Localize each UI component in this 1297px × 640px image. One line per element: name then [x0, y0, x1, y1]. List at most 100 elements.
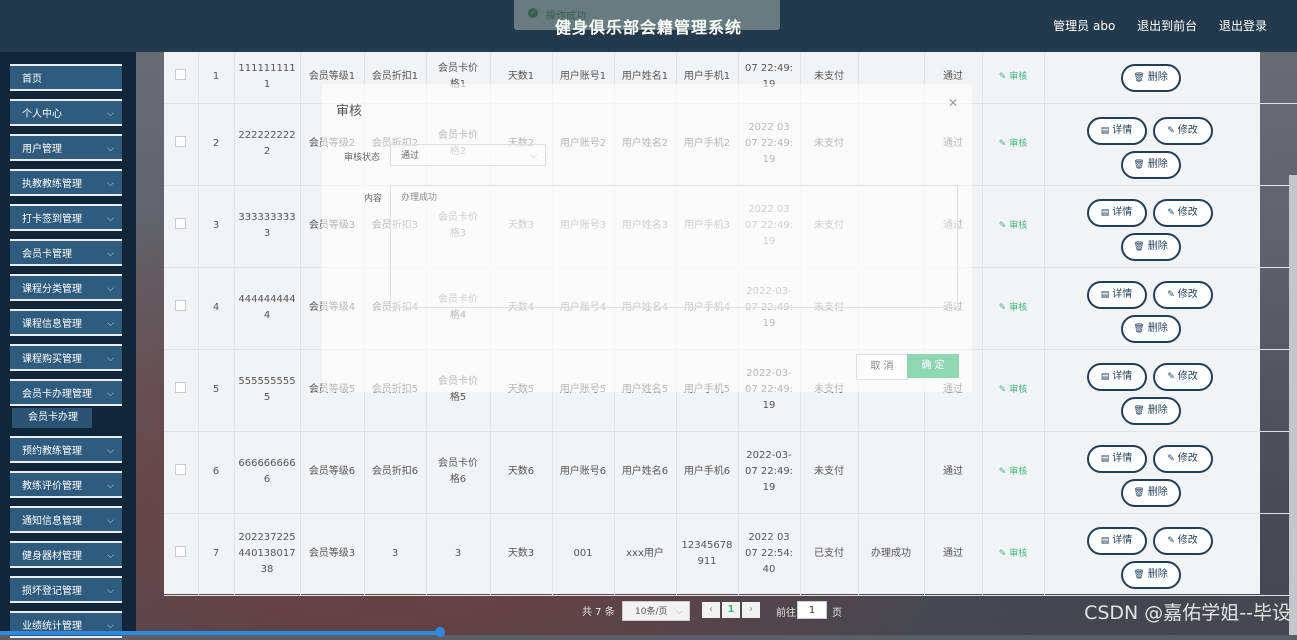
back-to-front-link[interactable]: 退出到前台 [1137, 19, 1197, 33]
dialog-title: 审核 [336, 100, 362, 119]
sidebar-item-equipment[interactable]: 健身器材管理 ⌵ [10, 541, 122, 568]
trash-icon: 🗑 [1133, 570, 1144, 580]
actions-group: 🗑删除 [1047, 52, 1297, 102]
edit-pen-icon: ✎ [999, 72, 1009, 82]
row-checkbox[interactable] [175, 218, 186, 229]
sidebar-item-notices[interactable]: 通知信息管理⌵ [10, 506, 122, 533]
table-cell-pay: 已支付 [800, 513, 858, 595]
sidebar-item-coach-booking[interactable]: 预约教练管理⌵ [10, 436, 122, 463]
watermark-text: CSDN @嘉佑学姐--毕设 [1084, 598, 1291, 625]
sidebar-item-users[interactable]: 用户管理⌵ [10, 134, 122, 161]
sidebar-item-member-card[interactable]: 会员卡管理⌵ [10, 239, 122, 266]
cancel-button[interactable]: 取 消 [856, 354, 908, 380]
page-unit-label: 页 [832, 604, 842, 619]
actions-cell: ▤详情✎修改 🗑删除 [1044, 513, 1297, 595]
row-checkbox[interactable] [175, 464, 186, 475]
chevron-down-icon: ⌵ [107, 543, 114, 570]
vertical-scrollbar[interactable] [1289, 175, 1297, 635]
row-checkbox[interactable] [175, 300, 186, 311]
sidebar-item-damage[interactable]: 损坏登记管理⌵ [10, 576, 122, 603]
sidebar-item-coaches[interactable]: 执教教练管理⌵ [10, 169, 122, 196]
delete-button-label: 删除 [1148, 487, 1168, 498]
table-cell-time: 2022-03- 07 22:49: 19 [738, 431, 800, 513]
sidebar-item-course-category[interactable]: 课程分类管理 ⌵ [10, 274, 122, 301]
delete-button[interactable]: 🗑删除 [1121, 151, 1181, 179]
page-number-current[interactable]: 1 [722, 602, 740, 618]
row-checkbox-cell [164, 431, 198, 513]
detail-button[interactable]: ▤详情 [1087, 117, 1147, 145]
chevron-down-icon: ⌵ [107, 136, 114, 163]
row-checkbox-cell [164, 52, 198, 103]
sidebar-item-label: 预约教练管理 [22, 446, 82, 457]
audit-status-select[interactable]: 通过 ⌵ [390, 144, 546, 166]
delete-button[interactable]: 🗑删除 [1121, 315, 1181, 343]
chevron-down-icon: ⌵ [107, 276, 114, 303]
detail-button[interactable]: ▤详情 [1087, 445, 1147, 473]
row-checkbox[interactable] [175, 546, 186, 557]
content-textarea[interactable]: 办理成功 [390, 185, 958, 308]
audit-link[interactable]: ✎ 审核 [999, 139, 1027, 149]
table-cell-pay: 未支付 [800, 431, 858, 513]
confirm-button[interactable]: 确 定 [907, 354, 959, 378]
edit-button[interactable]: ✎修改 [1153, 281, 1213, 309]
edit-pen-icon: ✎ [1167, 290, 1175, 300]
sidebar-item-course-purchase[interactable]: 课程购买管理⌵ [10, 344, 122, 371]
sidebar-subitem-card-handling[interactable]: 会员卡办理 [12, 408, 92, 428]
edit-button[interactable]: ✎修改 [1153, 445, 1213, 473]
row-checkbox-cell [164, 349, 198, 431]
delete-button[interactable]: 🗑删除 [1121, 397, 1181, 425]
sidebar-item-label: 打卡签到管理 [22, 214, 82, 225]
edit-button[interactable]: ✎修改 [1153, 363, 1213, 391]
audit-link[interactable]: ✎ 审核 [999, 549, 1027, 559]
delete-button[interactable]: 🗑删除 [1121, 233, 1181, 261]
audit-link[interactable]: ✎ 审核 [999, 303, 1027, 313]
audit-link[interactable]: ✎ 审核 [999, 221, 1027, 231]
sidebar-item-card-handling[interactable]: 会员卡办理管理⌵ [10, 379, 122, 406]
edit-button[interactable]: ✎修改 [1153, 117, 1213, 145]
row-checkbox[interactable] [175, 136, 186, 147]
prev-page-button[interactable]: ‹ [702, 602, 720, 618]
sidebar-item-home[interactable]: 首页 [10, 64, 122, 91]
logout-link[interactable]: 退出登录 [1219, 19, 1267, 33]
detail-button-label: 详情 [1112, 289, 1132, 300]
delete-button[interactable]: 🗑删除 [1121, 64, 1181, 92]
audit-link-label: 审核 [1009, 72, 1027, 82]
sidebar-item-course-info[interactable]: 课程信息管理⌵ [10, 309, 122, 336]
sidebar-item-checkin[interactable]: 打卡签到管理⌵ [10, 204, 122, 231]
top-nav: 管理员 abo 退出到前台 退出登录 [1035, 17, 1267, 34]
audit-link[interactable]: ✎ 审核 [999, 385, 1027, 395]
sidebar-item-label: 会员卡管理 [22, 249, 72, 260]
delete-button-label: 删除 [1148, 241, 1168, 252]
admin-user-label[interactable]: 管理员 abo [1053, 19, 1115, 33]
table-cell-phone: 用户手机6 [676, 431, 738, 513]
table-cell-card-no: 333333333 3 [234, 185, 300, 267]
delete-button-label: 删除 [1148, 159, 1168, 170]
trash-icon: 🗑 [1133, 73, 1144, 83]
detail-button[interactable]: ▤详情 [1087, 527, 1147, 555]
sidebar-item-label: 课程分类管理 [22, 284, 82, 295]
sidebar-item-coach-review[interactable]: 教练评价管理⌵ [10, 471, 122, 498]
detail-button[interactable]: ▤详情 [1087, 281, 1147, 309]
detail-button-label: 详情 [1112, 453, 1132, 464]
table-cell-days: 天数3 [490, 513, 552, 595]
row-checkbox[interactable] [175, 69, 186, 80]
close-icon[interactable]: ✕ [948, 96, 958, 110]
delete-button[interactable]: 🗑删除 [1121, 561, 1181, 589]
audit-link[interactable]: ✎ 审核 [999, 72, 1027, 82]
sidebar-item-label: 健身器材管理 [22, 551, 82, 562]
next-page-button[interactable]: › [742, 602, 760, 618]
goto-page-input[interactable]: 1 [797, 601, 827, 619]
edit-button[interactable]: ✎修改 [1153, 527, 1213, 555]
detail-button[interactable]: ▤详情 [1087, 363, 1147, 391]
table-cell-price: 会员卡价 格6 [426, 431, 490, 513]
row-checkbox-cell [164, 267, 198, 349]
page-size-select[interactable]: 10条/页⌵ [622, 601, 690, 621]
audit-link[interactable]: ✎ 审核 [999, 467, 1027, 477]
table-cell-discount: 3 [364, 513, 426, 595]
row-checkbox[interactable] [175, 382, 186, 393]
sidebar-item-profile[interactable]: 个人中心⌵ [10, 99, 122, 126]
edit-pen-icon: ✎ [999, 385, 1009, 395]
detail-button[interactable]: ▤详情 [1087, 199, 1147, 227]
delete-button[interactable]: 🗑删除 [1121, 479, 1181, 507]
edit-button[interactable]: ✎修改 [1153, 199, 1213, 227]
